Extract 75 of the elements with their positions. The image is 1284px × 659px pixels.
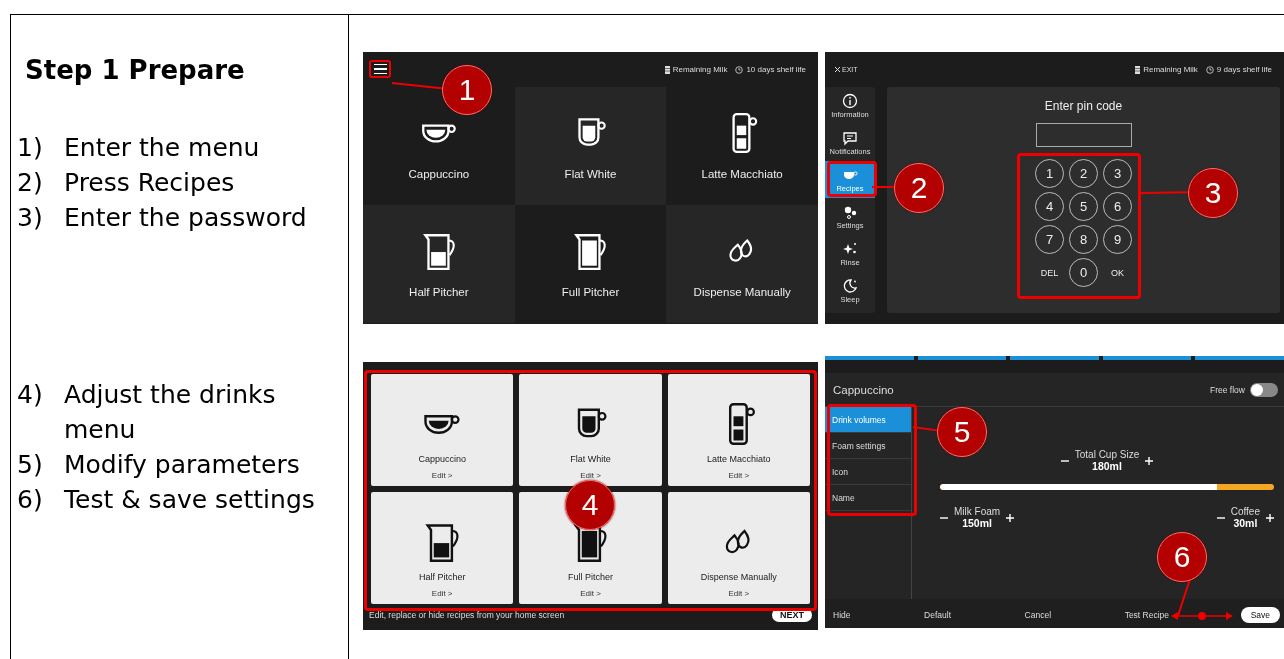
- edit-link[interactable]: Edit >: [580, 589, 601, 598]
- step-number: 4): [17, 379, 44, 411]
- drink-name: Half Pitcher: [409, 286, 469, 298]
- volume-value: 30ml: [1233, 517, 1258, 529]
- step-number: 1): [17, 132, 44, 164]
- milk-status: Remaining Milk: [1143, 65, 1198, 74]
- pin-prompt: Enter pin code: [1044, 99, 1123, 113]
- step-text: Modify parameters: [64, 449, 301, 481]
- drink-name: Dispense Manually: [693, 286, 791, 298]
- recipe-title: Cappuccino: [833, 383, 894, 396]
- edit-link[interactable]: Edit >: [431, 471, 453, 480]
- plus-icon[interactable]: [1006, 513, 1015, 522]
- step-text: Adjust the drinks menu: [64, 379, 277, 446]
- milk-gauge-icon: [664, 65, 670, 74]
- action-button[interactable]: Hide: [831, 608, 853, 622]
- volume-value: 180ml: [1092, 460, 1122, 472]
- step-number: 5): [17, 449, 44, 481]
- drink-name: Cappuccino: [418, 454, 466, 464]
- step-text: Press Recipes: [64, 167, 236, 199]
- drink-name: Cappuccino: [408, 168, 470, 180]
- edit-link[interactable]: Edit >: [728, 471, 750, 480]
- settings-tab[interactable]: Name: [825, 485, 911, 511]
- drink-name: Half Pitcher: [418, 572, 466, 582]
- settings-tab[interactable]: Foam settings: [825, 433, 911, 459]
- message-icon: [842, 129, 858, 146]
- highlight-frame: [827, 161, 877, 197]
- step-heading: Step 1 Prepare: [25, 55, 246, 85]
- milk-gauge-icon: [1135, 65, 1141, 74]
- drink-name: Full Pitcher: [561, 286, 620, 298]
- keypad-key[interactable]: OK: [1103, 258, 1132, 287]
- edit-link[interactable]: Edit >: [431, 589, 453, 598]
- close-icon[interactable]: [835, 67, 840, 72]
- drink-name: Latte Macchiato: [701, 168, 783, 180]
- drink-name: Full Pitcher: [568, 572, 613, 582]
- settings-tab[interactable]: Drink volumes: [825, 407, 911, 433]
- settings-tab[interactable]: Icon: [825, 459, 911, 485]
- milk-status: Remaining Milk: [672, 65, 728, 74]
- double-arrow: [1171, 611, 1233, 621]
- action-button[interactable]: Default: [922, 608, 953, 622]
- drink-name: Flat White: [570, 454, 611, 464]
- pin-field[interactable]: [1035, 123, 1132, 147]
- edit-link[interactable]: Edit >: [580, 471, 601, 480]
- plus-icon[interactable]: [1145, 456, 1154, 465]
- step-text: Enter the menu: [64, 132, 261, 164]
- keypad-key[interactable]: DEL: [1035, 258, 1064, 287]
- action-button[interactable]: Test Recipe: [1122, 608, 1172, 622]
- step-number: 2): [17, 167, 44, 199]
- edit-link[interactable]: Edit >: [728, 589, 750, 598]
- volume-label: Milk Foam: [954, 506, 1001, 517]
- leader-line: [1141, 191, 1189, 194]
- step-text: Enter the password: [64, 202, 308, 234]
- shelf-life: 10 days shelf life: [746, 65, 806, 74]
- info-icon: [842, 92, 858, 109]
- drink-name: Flat White: [564, 168, 617, 180]
- step-number: 3): [17, 202, 44, 234]
- volume-value: 150ml: [962, 517, 992, 529]
- clock-icon: [735, 65, 744, 74]
- step-number-badge: 1: [442, 65, 492, 115]
- volume-label: Coffee: [1230, 506, 1260, 517]
- leader-line: [872, 186, 896, 188]
- menu-button[interactable]: [369, 60, 391, 78]
- moon-icon: [842, 277, 858, 294]
- drink-name: Dispense Manually: [700, 572, 777, 582]
- step-number: 6): [17, 484, 44, 516]
- clock-icon: [1205, 65, 1214, 74]
- shelf-life: 9 days shelf life: [1216, 65, 1272, 74]
- step-text: Test & save settings: [64, 484, 316, 516]
- action-button[interactable]: Cancel: [1022, 608, 1054, 622]
- free-flow-toggle[interactable]: [1250, 382, 1278, 397]
- volume-label: Total Cup Size: [1074, 449, 1140, 460]
- drink-name: Latte Macchiato: [707, 454, 771, 464]
- plus-icon[interactable]: [1266, 513, 1274, 522]
- save-button[interactable]: Save: [1240, 607, 1280, 623]
- toggle-label: Free flow: [1210, 384, 1245, 395]
- hint-text: Edit, replace or hide recipes from your home screen: [369, 610, 565, 620]
